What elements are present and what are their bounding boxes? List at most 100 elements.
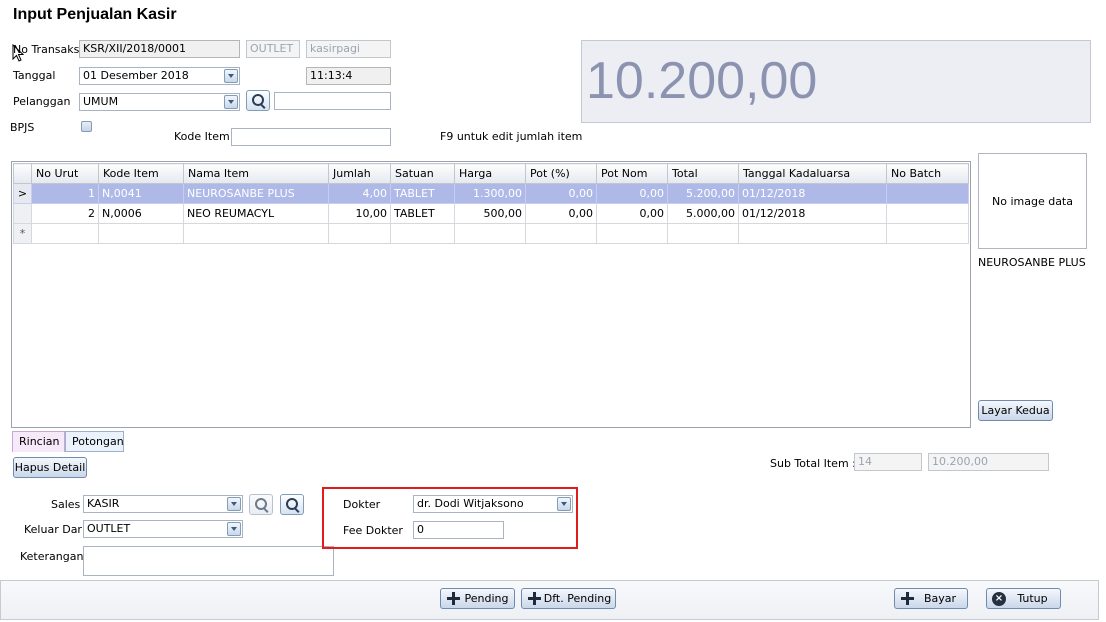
- keterangan-label: Keterangan: [20, 550, 84, 563]
- new-row-indicator: *: [13, 223, 32, 244]
- keterangan-textarea[interactable]: [83, 546, 334, 576]
- column-header-pot-nom[interactable]: Pot Nom: [596, 163, 668, 184]
- cell-jumlah[interactable]: 4,00: [328, 183, 391, 204]
- sales-search-button[interactable]: [249, 494, 273, 515]
- dokter-select[interactable]: dr. Dodi Witjaksono: [413, 495, 573, 513]
- search-icon: [255, 498, 267, 510]
- column-header-no-batch[interactable]: No Batch: [886, 163, 969, 184]
- cell-kode-item[interactable]: N,0041: [98, 183, 184, 204]
- total-display: 10.200,00: [581, 40, 1091, 123]
- fee-dokter-label: Fee Dokter: [343, 524, 403, 537]
- items-table: No Urut Kode Item Nama Item Jumlah Satua…: [13, 163, 969, 244]
- column-header-jumlah[interactable]: Jumlah: [328, 163, 391, 184]
- chevron-down-icon[interactable]: [557, 497, 571, 511]
- cell-harga[interactable]: 1.300,00: [454, 183, 526, 204]
- subtotal-amount-field: 10.200,00: [928, 453, 1049, 471]
- cell-nama-item[interactable]: NEO REUMACYL: [183, 203, 329, 224]
- row-indicator: >: [13, 183, 32, 204]
- column-header-harga[interactable]: Harga: [454, 163, 526, 184]
- column-header-no-urut[interactable]: No Urut: [31, 163, 99, 184]
- column-header-kode-item[interactable]: Kode Item: [98, 163, 184, 184]
- chevron-down-icon[interactable]: [224, 95, 238, 109]
- cell-pot-pct[interactable]: 0,00: [525, 203, 597, 224]
- search-icon: [252, 94, 264, 106]
- column-header-pot-pct[interactable]: Pot (%): [525, 163, 597, 184]
- dft-pending-button[interactable]: Dft. Pending: [521, 588, 616, 609]
- cell-jumlah[interactable]: 10,00: [328, 203, 391, 224]
- cell-nama-item[interactable]: NEUROSANBE PLUS: [183, 183, 329, 204]
- cell-no-batch[interactable]: [886, 183, 969, 204]
- page-title: Input Penjualan Kasir: [13, 6, 177, 23]
- selected-item-name: NEUROSANBE PLUS: [978, 256, 1086, 269]
- table-row[interactable]: 2 N,0006 NEO REUMACYL 10,00 TABLET 500,0…: [13, 203, 969, 224]
- grid-corner: [13, 163, 32, 184]
- user-field: kasirpagi: [306, 40, 391, 58]
- cell-satuan[interactable]: TABLET: [390, 183, 455, 204]
- tab-rincian[interactable]: Rincian: [12, 431, 65, 452]
- kode-item-label: Kode Item: [174, 130, 230, 143]
- pelanggan-value: UMUM: [83, 95, 119, 108]
- keluar-dari-label: Keluar Dari: [24, 523, 86, 536]
- cell-pot-nom[interactable]: 0,00: [596, 183, 668, 204]
- tanggal-value: 01 Desember 2018: [83, 69, 189, 82]
- hapus-detail-button[interactable]: Hapus Detail: [13, 457, 87, 478]
- bayar-button[interactable]: Bayar: [894, 588, 968, 609]
- close-icon: ×: [992, 592, 1006, 606]
- item-image-panel: No image data: [978, 153, 1087, 249]
- cell-tanggal-kadaluarsa[interactable]: 01/12/2018: [738, 183, 887, 204]
- bpjs-label: BPJS: [10, 121, 35, 134]
- tutup-button[interactable]: × Tutup: [986, 588, 1061, 609]
- kode-item-input[interactable]: [231, 128, 391, 146]
- tutup-label: Tutup: [1017, 592, 1048, 605]
- bpjs-checkbox[interactable]: [81, 121, 92, 132]
- search-icon: [286, 498, 298, 510]
- chevron-down-icon[interactable]: [227, 497, 241, 511]
- cell-pot-pct[interactable]: 0,00: [525, 183, 597, 204]
- no-transaksi-field: KSR/XII/2018/0001: [79, 40, 240, 58]
- keluar-dari-value: OUTLET: [87, 522, 131, 535]
- cell-no-urut[interactable]: 2: [31, 203, 99, 224]
- pelanggan-name-input[interactable]: [274, 92, 391, 110]
- time-field: 11:13:4: [306, 67, 391, 85]
- pending-button[interactable]: Pending: [440, 588, 515, 609]
- pelanggan-select[interactable]: UMUM: [79, 93, 240, 111]
- column-header-total[interactable]: Total: [667, 163, 739, 184]
- column-header-satuan[interactable]: Satuan: [390, 163, 455, 184]
- sales-select[interactable]: KASIR: [83, 495, 243, 513]
- tanggal-label: Tanggal: [13, 69, 56, 82]
- outlet-field: OUTLET: [246, 40, 300, 58]
- dokter-value: dr. Dodi Witjaksono: [417, 497, 524, 510]
- column-header-nama-item[interactable]: Nama Item: [183, 163, 329, 184]
- f9-hint: F9 untuk edit jumlah item: [440, 130, 583, 143]
- cell-satuan[interactable]: TABLET: [390, 203, 455, 224]
- pelanggan-search-button[interactable]: [246, 90, 270, 111]
- chevron-down-icon[interactable]: [224, 69, 238, 83]
- new-row[interactable]: *: [13, 223, 969, 244]
- cell-harga[interactable]: 500,00: [454, 203, 526, 224]
- cell-kode-item[interactable]: N,0006: [98, 203, 184, 224]
- column-header-tanggal-kadaluarsa[interactable]: Tanggal Kadaluarsa: [738, 163, 887, 184]
- keluar-dari-select[interactable]: OUTLET: [83, 520, 243, 538]
- subtotal-label: Sub Total Item :: [770, 457, 856, 470]
- subtotal-count-field: 14: [854, 453, 922, 471]
- cell-no-batch[interactable]: [886, 203, 969, 224]
- row-indicator: [13, 203, 32, 224]
- tanggal-date-picker[interactable]: 01 Desember 2018: [79, 67, 240, 85]
- cell-total[interactable]: 5.000,00: [667, 203, 739, 224]
- cell-no-urut[interactable]: 1: [31, 183, 99, 204]
- table-row[interactable]: > 1 N,0041 NEUROSANBE PLUS 4,00 TABLET 1…: [13, 183, 969, 204]
- pelanggan-label: Pelanggan: [13, 95, 71, 108]
- sales-lookup-button[interactable]: [280, 494, 304, 515]
- chevron-down-icon[interactable]: [227, 522, 241, 536]
- fee-dokter-input[interactable]: 0: [413, 521, 504, 539]
- items-grid[interactable]: No Urut Kode Item Nama Item Jumlah Satua…: [11, 161, 971, 428]
- sales-value: KASIR: [87, 497, 120, 510]
- no-image-text: No image data: [992, 194, 1073, 208]
- plus-icon: [447, 592, 460, 605]
- layar-kedua-button[interactable]: Layar Kedua: [978, 400, 1053, 421]
- total-amount: 10.200,00: [586, 52, 818, 110]
- tab-potongan[interactable]: Potongan: [65, 431, 124, 452]
- cell-pot-nom[interactable]: 0,00: [596, 203, 668, 224]
- cell-tanggal-kadaluarsa[interactable]: 01/12/2018: [738, 203, 887, 224]
- cell-total[interactable]: 5.200,00: [667, 183, 739, 204]
